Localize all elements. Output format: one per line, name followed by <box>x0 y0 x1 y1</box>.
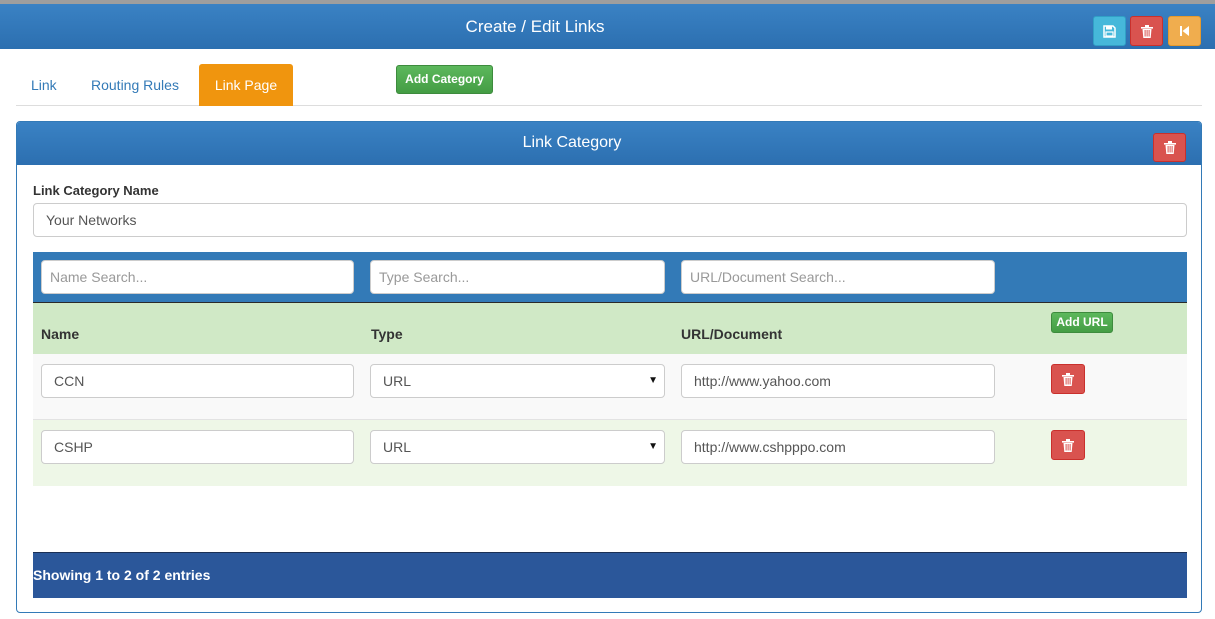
delete-row-button[interactable] <box>1051 430 1085 460</box>
delete-button[interactable] <box>1130 16 1163 46</box>
tab-bar: Link Routing Rules Link Page <box>16 64 1202 106</box>
skip-back-icon <box>1180 26 1189 36</box>
column-header-url: URL/Document <box>681 326 783 342</box>
table-row: URL ▼ <box>33 420 1187 486</box>
delete-row-button[interactable] <box>1051 364 1085 394</box>
panel-title: Link Category <box>522 134 622 151</box>
row-type-select[interactable]: URL ▼ <box>370 364 665 398</box>
type-search-input[interactable] <box>370 260 665 294</box>
row-url-input[interactable] <box>681 430 995 464</box>
row-url-input[interactable] <box>681 364 995 398</box>
row-type-value: URL <box>383 373 412 389</box>
tab-routing-rules[interactable]: Routing Rules <box>76 64 194 106</box>
delete-category-button[interactable] <box>1153 133 1186 162</box>
trash-icon <box>1062 438 1074 452</box>
tab-link-page[interactable]: Link Page <box>199 64 293 106</box>
row-name-input[interactable] <box>41 364 354 398</box>
trash-icon <box>1062 372 1074 386</box>
name-search-input[interactable] <box>41 260 354 294</box>
table-header: Name Type URL/Document Add URL <box>33 303 1187 354</box>
dropdown-arrow-icon: ▼ <box>648 375 658 386</box>
dropdown-arrow-icon: ▼ <box>648 441 658 452</box>
entries-info: Showing 1 to 2 of 2 entries <box>33 567 211 583</box>
column-header-name: Name <box>41 326 80 342</box>
add-url-button[interactable]: Add URL <box>1051 312 1113 333</box>
table-row: URL ▼ <box>33 354 1187 420</box>
save-button[interactable] <box>1093 16 1126 46</box>
column-header-type: Type <box>371 326 403 342</box>
floppy-icon <box>1103 24 1116 38</box>
row-type-select[interactable]: URL ▼ <box>370 430 665 464</box>
trash-icon <box>1163 141 1176 154</box>
page-header: Create / Edit Links <box>0 4 1215 49</box>
category-name-input[interactable] <box>33 203 1187 237</box>
page-title: Create / Edit Links <box>465 17 605 36</box>
url-search-input[interactable] <box>681 260 995 294</box>
row-name-input[interactable] <box>41 430 354 464</box>
trash-icon <box>1140 24 1153 38</box>
row-type-value: URL <box>383 439 412 455</box>
category-name-label: Link Category Name <box>33 183 159 198</box>
tab-link[interactable]: Link <box>16 64 72 106</box>
search-bar <box>33 252 1187 303</box>
link-category-panel: Link Category Link Category Name Name Ty… <box>16 121 1202 613</box>
table-footer: Showing 1 to 2 of 2 entries <box>33 552 1187 598</box>
panel-header: Link Category <box>17 122 1201 165</box>
add-category-button[interactable]: Add Category <box>396 65 493 94</box>
back-button[interactable] <box>1168 16 1201 46</box>
